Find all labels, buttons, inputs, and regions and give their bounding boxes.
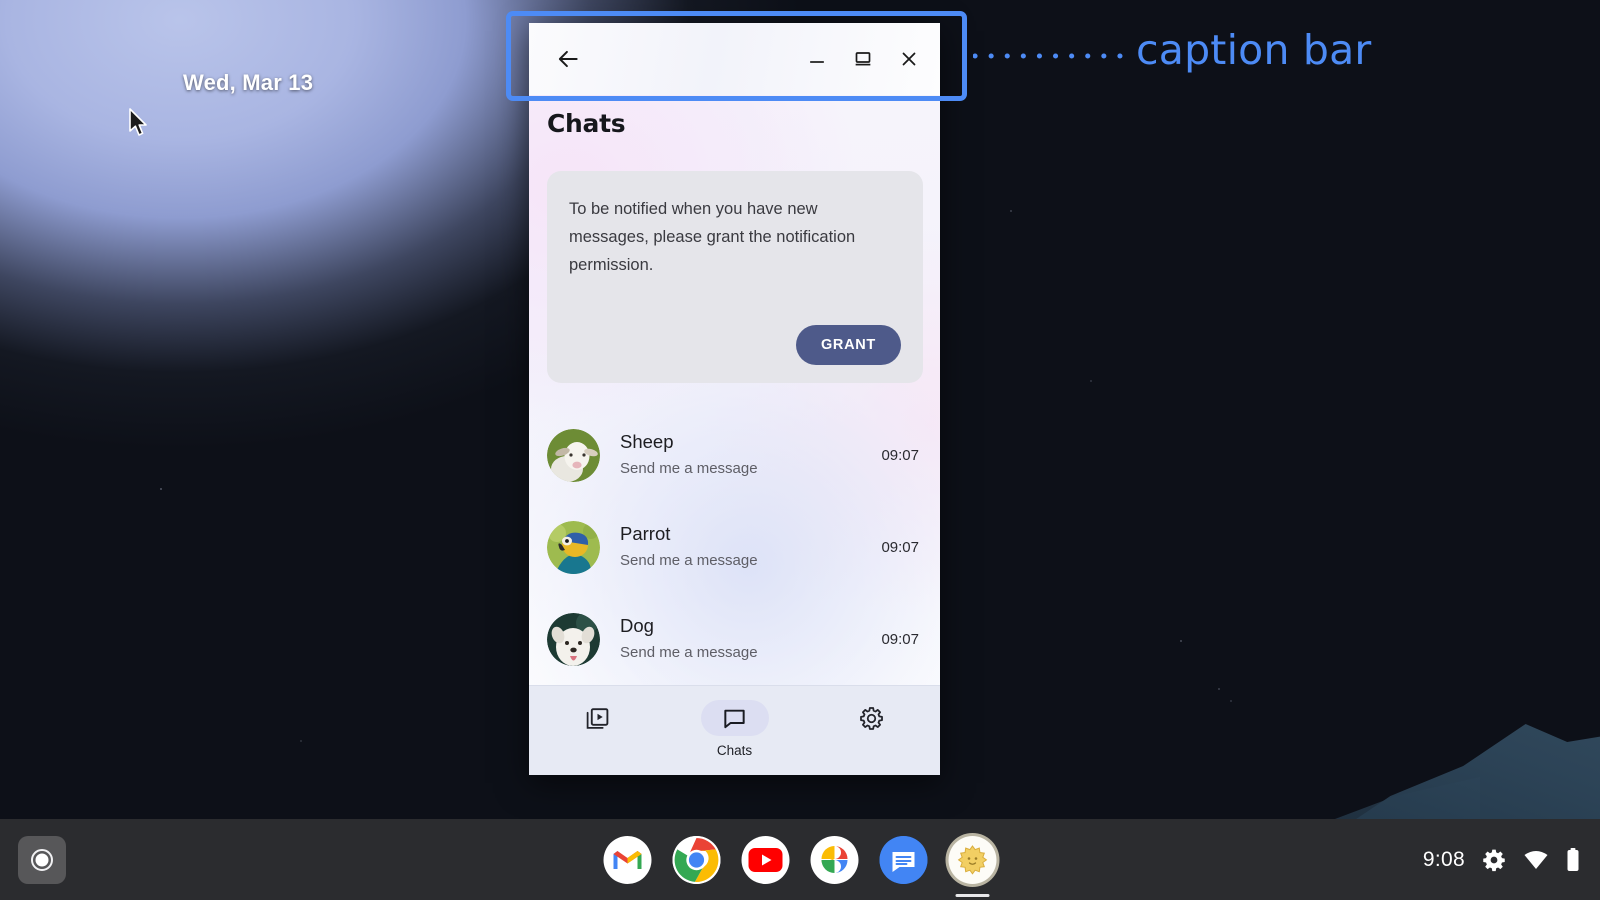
gear-icon <box>1483 849 1505 871</box>
chat-meta: Dog Send me a message <box>620 613 873 665</box>
sun-app-icon <box>957 844 988 875</box>
chat-snippet: Send me a message <box>620 644 758 661</box>
close-icon <box>902 52 916 66</box>
parrot-avatar <box>547 520 600 574</box>
shelf-app-gmail[interactable] <box>603 835 652 884</box>
shelf-app-list <box>603 835 997 897</box>
chat-time: 09:07 <box>881 630 919 648</box>
chat-meta: Sheep Send me a message <box>620 429 873 481</box>
mouse-pointer-icon <box>129 108 147 136</box>
chat-snippet: Send me a message <box>620 460 758 477</box>
chat-name: Dog <box>620 615 654 636</box>
chat-time: 09:07 <box>881 446 919 464</box>
nav-pill-settings <box>838 700 906 736</box>
page-title: Chats <box>547 109 626 138</box>
annotation-connector-dots <box>973 53 1133 59</box>
nav-item-videos[interactable] <box>529 700 666 743</box>
grant-button[interactable]: GRANT <box>795 325 901 365</box>
chat-bubble-icon <box>724 709 745 728</box>
caption-bar[interactable] <box>529 23 940 95</box>
video-library-icon <box>586 707 609 729</box>
annotation-label: caption bar <box>1136 26 1372 74</box>
maximize-button[interactable] <box>840 36 886 82</box>
nav-label-chats: Chats <box>716 743 753 758</box>
launcher-circle-icon <box>31 848 53 871</box>
shelf-app-chrome[interactable] <box>672 835 721 884</box>
back-button[interactable] <box>545 36 591 82</box>
nav-item-settings[interactable] <box>803 700 940 743</box>
app-content: Chats To be notified when you have new m… <box>529 95 940 775</box>
tray-settings-button[interactable] <box>1482 848 1506 872</box>
nav-item-chats[interactable]: Chats <box>666 700 803 758</box>
settings-gear-icon <box>860 706 883 730</box>
notification-permission-card: To be notified when you have new message… <box>547 171 923 383</box>
app-window: Chats To be notified when you have new m… <box>529 23 940 775</box>
tray-wifi-button[interactable] <box>1523 849 1549 871</box>
bottom-navigation: Chats <box>529 685 940 775</box>
permission-actions: GRANT <box>569 325 901 365</box>
nav-pill-chats <box>700 700 769 736</box>
gmail-icon <box>613 850 642 869</box>
permission-message: To be notified when you have new message… <box>569 200 856 274</box>
photos-icon <box>821 845 848 873</box>
messages-icon <box>879 835 928 884</box>
desktop-date: Wed, Mar 13 <box>183 70 314 95</box>
shelf: 9:08 <box>0 819 1600 900</box>
chat-list-item[interactable]: Sheep Send me a message 09:07 <box>529 409 940 501</box>
active-app-indicator <box>955 893 990 897</box>
youtube-icon <box>748 847 783 872</box>
system-tray[interactable]: 9:08 <box>1423 847 1580 873</box>
chat-meta: Parrot Send me a message <box>620 521 873 573</box>
minimize-button[interactable] <box>794 36 840 82</box>
chat-list: Sheep Send me a message 09:07 Parrot Sen… <box>529 409 940 685</box>
chat-list-item[interactable]: Dog Send me a message 09:07 <box>529 593 940 685</box>
chat-time: 09:07 <box>881 538 919 556</box>
chat-name: Sheep <box>620 431 674 452</box>
wifi-icon <box>1524 850 1548 869</box>
close-button[interactable] <box>886 36 932 82</box>
sheep-avatar <box>547 428 600 482</box>
shelf-app-messages[interactable] <box>879 835 928 884</box>
chat-name: Parrot <box>620 523 671 544</box>
nav-pill-videos <box>564 700 632 736</box>
shelf-app-youtube[interactable] <box>741 835 790 884</box>
launcher-button[interactable] <box>18 835 66 884</box>
chat-snippet: Send me a message <box>620 552 758 569</box>
shelf-app-photos[interactable] <box>810 835 859 884</box>
dog-avatar <box>547 612 600 666</box>
shelf-app-sun[interactable] <box>948 835 997 897</box>
tray-clock[interactable]: 9:08 <box>1423 848 1465 872</box>
back-arrow-icon <box>558 50 578 68</box>
desktop: Wed, Mar 13 Chats To be notified when yo… <box>0 0 1600 900</box>
minimize-icon <box>810 61 824 63</box>
maximize-restore-icon <box>855 52 871 66</box>
chat-list-item[interactable]: Parrot Send me a message 09:07 <box>529 501 940 593</box>
battery-icon <box>1567 847 1579 871</box>
chrome-icon <box>672 835 721 884</box>
tray-battery-button[interactable] <box>1566 847 1580 873</box>
